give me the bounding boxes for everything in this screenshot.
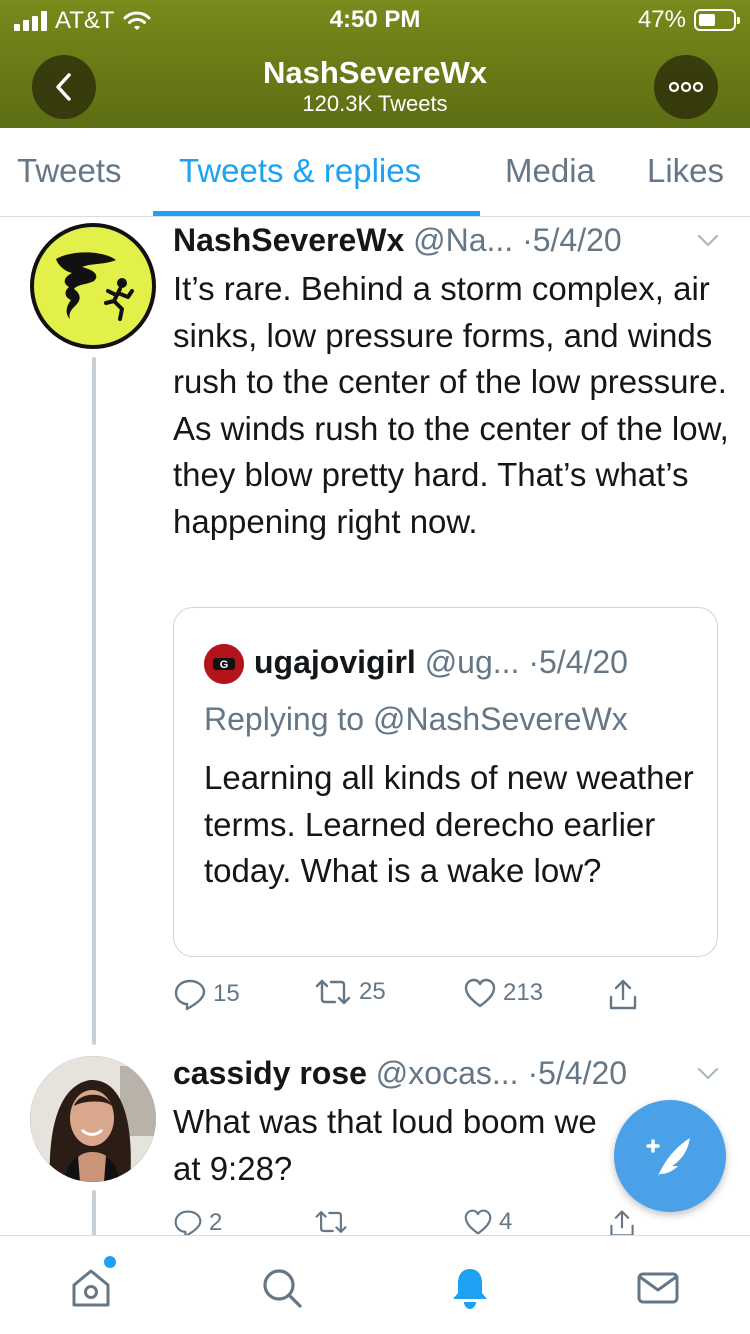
tab-home[interactable]: [67, 1264, 115, 1312]
quoted-author-handle: @ug...: [424, 644, 520, 680]
reply-icon: [174, 979, 206, 1011]
tweet-author-name[interactable]: NashSevereWx: [173, 222, 404, 258]
share-button[interactable]: [608, 977, 638, 1011]
like-button[interactable]: 213: [463, 977, 543, 1009]
heart-icon: [464, 978, 496, 1008]
tweet-text: It’s rare. Behind a storm complex, air s…: [173, 270, 729, 540]
tab-notifications[interactable]: [446, 1264, 494, 1312]
tweet-author-handle[interactable]: @xocas...: [376, 1055, 519, 1091]
profile-header: AT&T 4:50 PM 47% NashSevereWx 120.3K Twe…: [0, 0, 750, 128]
like-count: 4: [499, 1208, 513, 1235]
georgia-g-logo-icon: G: [204, 644, 244, 684]
like-button[interactable]: 4: [463, 1208, 512, 1236]
home-icon: [72, 1269, 110, 1307]
profile-photo: [30, 1056, 156, 1182]
tweet-count: 120.3K Tweets: [302, 91, 448, 116]
retweet-icon: [315, 979, 351, 1005]
compose-button[interactable]: [614, 1100, 726, 1212]
tab-messages[interactable]: [634, 1264, 682, 1312]
share-icon: [610, 1210, 634, 1237]
svg-text:G: G: [220, 659, 229, 671]
active-tab-indicator: [153, 211, 480, 216]
retweet-count: 25: [359, 978, 386, 1005]
more-horizontal-icon: [668, 81, 704, 93]
quoted-avatar: G: [204, 644, 244, 684]
tweet-header: NashSevereWx @Na... ·5/4/20: [173, 222, 622, 259]
replying-to: Replying to @NashSevereWx: [204, 701, 628, 737]
tweet-header: cassidy rose @xocas... ·5/4/20: [173, 1055, 627, 1092]
thread-line: [92, 1190, 96, 1240]
compose-feather-icon: [646, 1138, 690, 1176]
chevron-down-icon[interactable]: [697, 1067, 719, 1081]
retweet-icon: [315, 1211, 347, 1233]
tweet-date: ·5/4/20: [527, 1055, 628, 1091]
profile-name: NashSevereWx: [262, 55, 487, 90]
tab-likes[interactable]: Likes: [647, 152, 724, 190]
reply-button[interactable]: 2: [173, 1208, 222, 1238]
retweet-button[interactable]: 25: [313, 977, 386, 1007]
profile-tabs: Tweets Tweets & replies Media Likes: [0, 128, 750, 217]
tab-media[interactable]: Media: [505, 152, 595, 190]
share-icon: [609, 979, 637, 1010]
tab-tweets-replies[interactable]: Tweets & replies: [179, 152, 421, 190]
quoted-tweet[interactable]: G ugajovigirl @ug... ·5/4/20 Replying to…: [173, 607, 718, 957]
chevron-down-icon[interactable]: [697, 234, 719, 248]
battery-percent: 47%: [637, 6, 686, 33]
battery-group: 47%: [637, 6, 740, 34]
quoted-date: ·5/4/20: [528, 644, 628, 680]
reply-icon: [174, 1210, 202, 1238]
storm-avatar[interactable]: [30, 223, 156, 349]
bell-icon: [453, 1269, 487, 1309]
search-icon: [263, 1269, 302, 1308]
user-avatar[interactable]: [30, 1056, 156, 1182]
tornado-icon: [56, 252, 134, 321]
tab-tweets[interactable]: Tweets: [17, 152, 122, 190]
header-title: NashSevereWx 120.3K Tweets: [0, 56, 750, 118]
tweet-actions: 15 25 213: [173, 977, 643, 1017]
share-button[interactable]: [608, 1208, 636, 1238]
thread-line: [92, 357, 96, 1045]
tweet-author-handle[interactable]: @Na...: [413, 222, 513, 258]
retweet-button[interactable]: [313, 1208, 355, 1236]
quoted-header: ugajovigirl @ug... ·5/4/20: [254, 644, 628, 681]
tweet-date: ·5/4/20: [522, 222, 622, 258]
reply-count: 2: [209, 1209, 223, 1236]
heart-icon: [464, 1209, 492, 1235]
status-bar: AT&T 4:50 PM 47%: [0, 0, 750, 40]
like-count: 213: [503, 979, 544, 1006]
battery-icon: [694, 9, 740, 31]
reply-count: 15: [213, 980, 240, 1007]
bottom-tab-bar: [0, 1235, 750, 1334]
mail-icon: [637, 1272, 679, 1304]
home-notification-dot: [104, 1256, 116, 1268]
reply-button[interactable]: 15: [173, 977, 240, 1011]
tab-search[interactable]: [258, 1264, 306, 1312]
tweet-author-name[interactable]: cassidy rose: [173, 1055, 367, 1091]
quoted-text: Learning all kinds of new weather terms.…: [204, 759, 694, 889]
quoted-author-name: ugajovigirl: [254, 644, 416, 680]
more-button[interactable]: [654, 55, 718, 119]
